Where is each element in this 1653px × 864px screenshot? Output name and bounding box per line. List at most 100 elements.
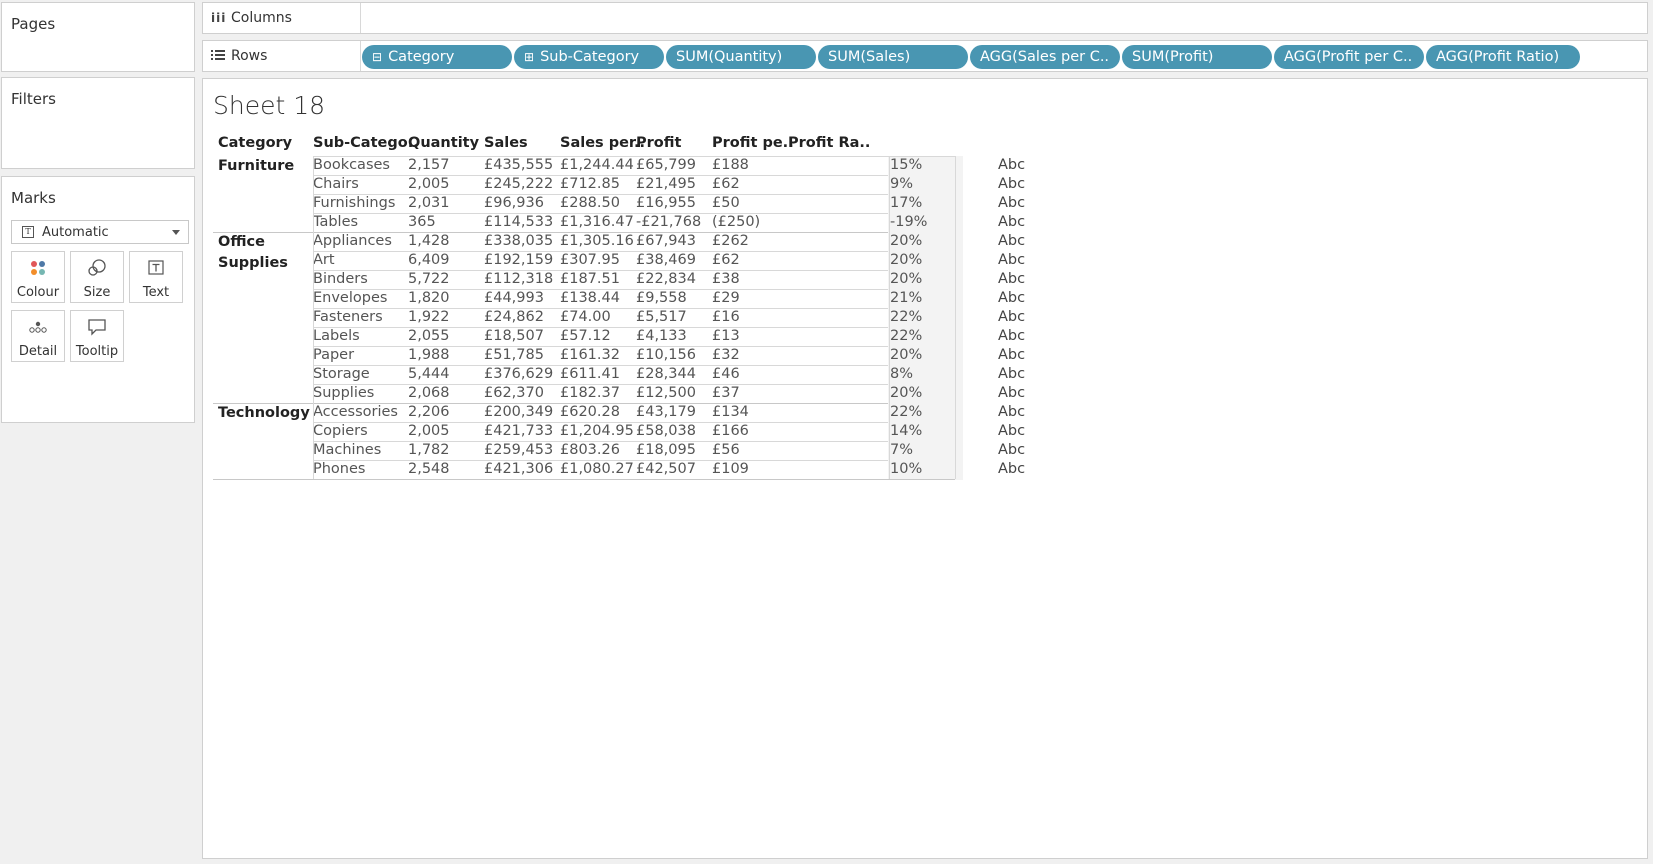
abc-label: Abc [998,233,1026,249]
table-row[interactable]: Art 6,409 £192,159 £307.95 £38,469 £62 20% Abc [313,251,1025,271]
column-header[interactable]: Profit [636,135,681,151]
filters-title: Filters [11,90,56,108]
row-pill-sum-quantity[interactable]: SUM(Quantity) [666,45,816,69]
row-pill-sum-profit[interactable]: SUM(Profit) [1122,45,1272,69]
marks-panel: Marks T Automatic Colour Size Text Detail To… [1,176,195,423]
row-pill-agg-profit-ratio[interactable]: AGG(Profit Ratio) [1426,45,1580,69]
marks-detail-button[interactable]: Detail [11,310,65,362]
marks-text-button[interactable]: Text [129,251,183,303]
table-row[interactable]: Supplies 2,068 £62,370 £182.37 £12,500 £37 20%… [313,384,1025,404]
sub-category-cell: Storage [313,366,370,382]
table-row[interactable]: Machines 1,782 £259,453 £803.26 £18,095 £56 7%… [313,441,1025,461]
value-cell: £38,469 [636,252,696,268]
row-pill-sum-sales[interactable]: SUM(Sales) [818,45,968,69]
sub-category-cell: Bookcases [313,157,390,173]
columns-label: Columns [231,10,292,26]
tooltip-bubble-icon [71,317,123,337]
value-cell: £1,244.44 [560,157,634,173]
column-header[interactable]: Sales per.. [560,135,645,151]
marks-colour-button[interactable]: Colour [11,251,65,303]
value-cell: 2,005 [408,176,450,192]
collapse-icon[interactable]: ⊟ [372,51,382,63]
value-cell: £114,533 [484,214,554,230]
sub-category-cell: Fasteners [313,309,383,325]
abc-label: Abc [998,347,1026,363]
table-row[interactable]: Phones 2,548 £421,306 £1,080.27 £42,507 £109 1… [313,460,1025,480]
value-cell: 1,428 [408,233,450,249]
value-cell: £16 [712,309,740,325]
value-cell: £200,349 [484,404,554,420]
table-row[interactable]: Copiers 2,005 £421,733 £1,204.95 £58,038 £166… [313,422,1025,442]
value-cell: £22,834 [636,271,696,287]
table-row[interactable]: Paper 1,988 £51,785 £161.32 £10,156 £32 20% Abc [313,346,1025,366]
column-header[interactable]: Category [218,135,292,151]
view-area[interactable]: Sheet 18 Category Sub-Catego.. Quantity Sal… [202,78,1648,859]
value-cell: 2,157 [408,157,450,173]
abc-label: Abc [998,385,1026,401]
value-cell: £112,318 [484,271,554,287]
expand-icon[interactable]: ⊞ [524,51,534,63]
abc-label: Abc [998,328,1026,344]
value-cell: £12,500 [636,385,696,401]
value-cell: £43,179 [636,404,696,420]
table-row[interactable]: Accessories 2,206 £200,349 £620.28 £43,179 £1… [313,403,1025,423]
sub-category-cell: Machines [313,442,382,458]
table-row[interactable]: Labels 2,055 £18,507 £57.12 £4,133 £13 22% Abc [313,327,1025,347]
category-name: Office [218,234,265,250]
row-pill-category[interactable]: ⊟ Category [362,45,512,69]
pages-panel[interactable]: Pages [1,2,195,72]
sub-category-cell: Supplies [313,385,375,401]
value-cell: 1,782 [408,442,450,458]
text-t-icon [130,258,182,278]
value-cell: £9,558 [636,290,687,306]
table-row[interactable]: Fasteners 1,922 £24,862 £74.00 £5,517 £16 22% A… [313,308,1025,328]
value-cell: £803.26 [560,442,620,458]
table-row[interactable]: Binders 5,722 £112,318 £187.51 £22,834 £38 20%… [313,270,1025,290]
mark-type-label: Automatic [42,225,109,240]
table-row[interactable]: Tables 365 £114,533 £1,316.47 -£21,768 (£250)… [313,213,1025,233]
marks-button-label: Detail [18,344,58,359]
value-cell: £96,936 [484,195,544,211]
abc-label: Abc [998,157,1026,173]
rows-list-icon [211,49,225,64]
value-cell: £338,035 [484,233,554,249]
value-cell: £611.41 [560,366,620,382]
table-row[interactable]: Storage 5,444 £376,629 £611.41 £28,344 £46 8% A… [313,365,1025,385]
column-header[interactable]: Sales [484,135,528,151]
column-header[interactable]: Profit Ra.. [788,135,870,151]
row-pill-agg-profit-per-c[interactable]: AGG(Profit per C.. [1274,45,1424,69]
table-row[interactable]: Appliances 1,428 £338,035 £1,305.16 £67,943 £… [313,232,1025,252]
column-header[interactable]: Profit pe.. [712,135,794,151]
value-cell: 10% [890,461,923,477]
filters-panel[interactable]: Filters [1,77,195,169]
value-cell: 9% [890,176,914,192]
row-pill-sub-category[interactable]: ⊞ Sub-Category [514,45,664,69]
value-cell: 7% [890,442,914,458]
rows-shelf[interactable]: Rows ⊟ Category ⊞ Sub-Category SUM(Quantity)… [202,40,1648,72]
table-row[interactable]: Envelopes 1,820 £44,993 £138.44 £9,558 £29 21%… [313,289,1025,309]
pill-label: AGG(Profit per C.. [1284,49,1413,65]
table-row[interactable]: Furnishings 2,031 £96,936 £288.50 £16,955 £50… [313,194,1025,214]
value-cell: £46 [712,366,740,382]
value-cell: £56 [712,442,740,458]
value-cell: £37 [712,385,740,401]
value-cell: 1,820 [408,290,450,306]
marks-size-button[interactable]: Size [70,251,124,303]
marks-tooltip-button[interactable]: Tooltip [70,310,124,362]
category-divider [213,479,955,480]
value-cell: 2,055 [408,328,450,344]
columns-shelf-label: iii Columns [203,3,361,33]
value-cell: £62,370 [484,385,544,401]
columns-shelf[interactable]: iii Columns [202,2,1648,34]
column-header[interactable]: Quantity [408,135,479,151]
value-cell: £18,095 [636,442,696,458]
category-label: Furniture [218,156,308,177]
table-row[interactable]: Bookcases 2,157 £435,555 £1,244.44 £65,799 £1… [313,156,1025,176]
value-cell: 2,005 [408,423,450,439]
mark-type-dropdown[interactable]: T Automatic [11,220,189,244]
value-cell: £16,955 [636,195,696,211]
value-cell: £166 [712,423,749,439]
row-pill-agg-sales-per-c[interactable]: AGG(Sales per C.. [970,45,1120,69]
column-header[interactable]: Sub-Catego.. [313,135,419,151]
table-row[interactable]: Chairs 2,005 £245,222 £712.85 £21,495 £62 9% Ab… [313,175,1025,195]
